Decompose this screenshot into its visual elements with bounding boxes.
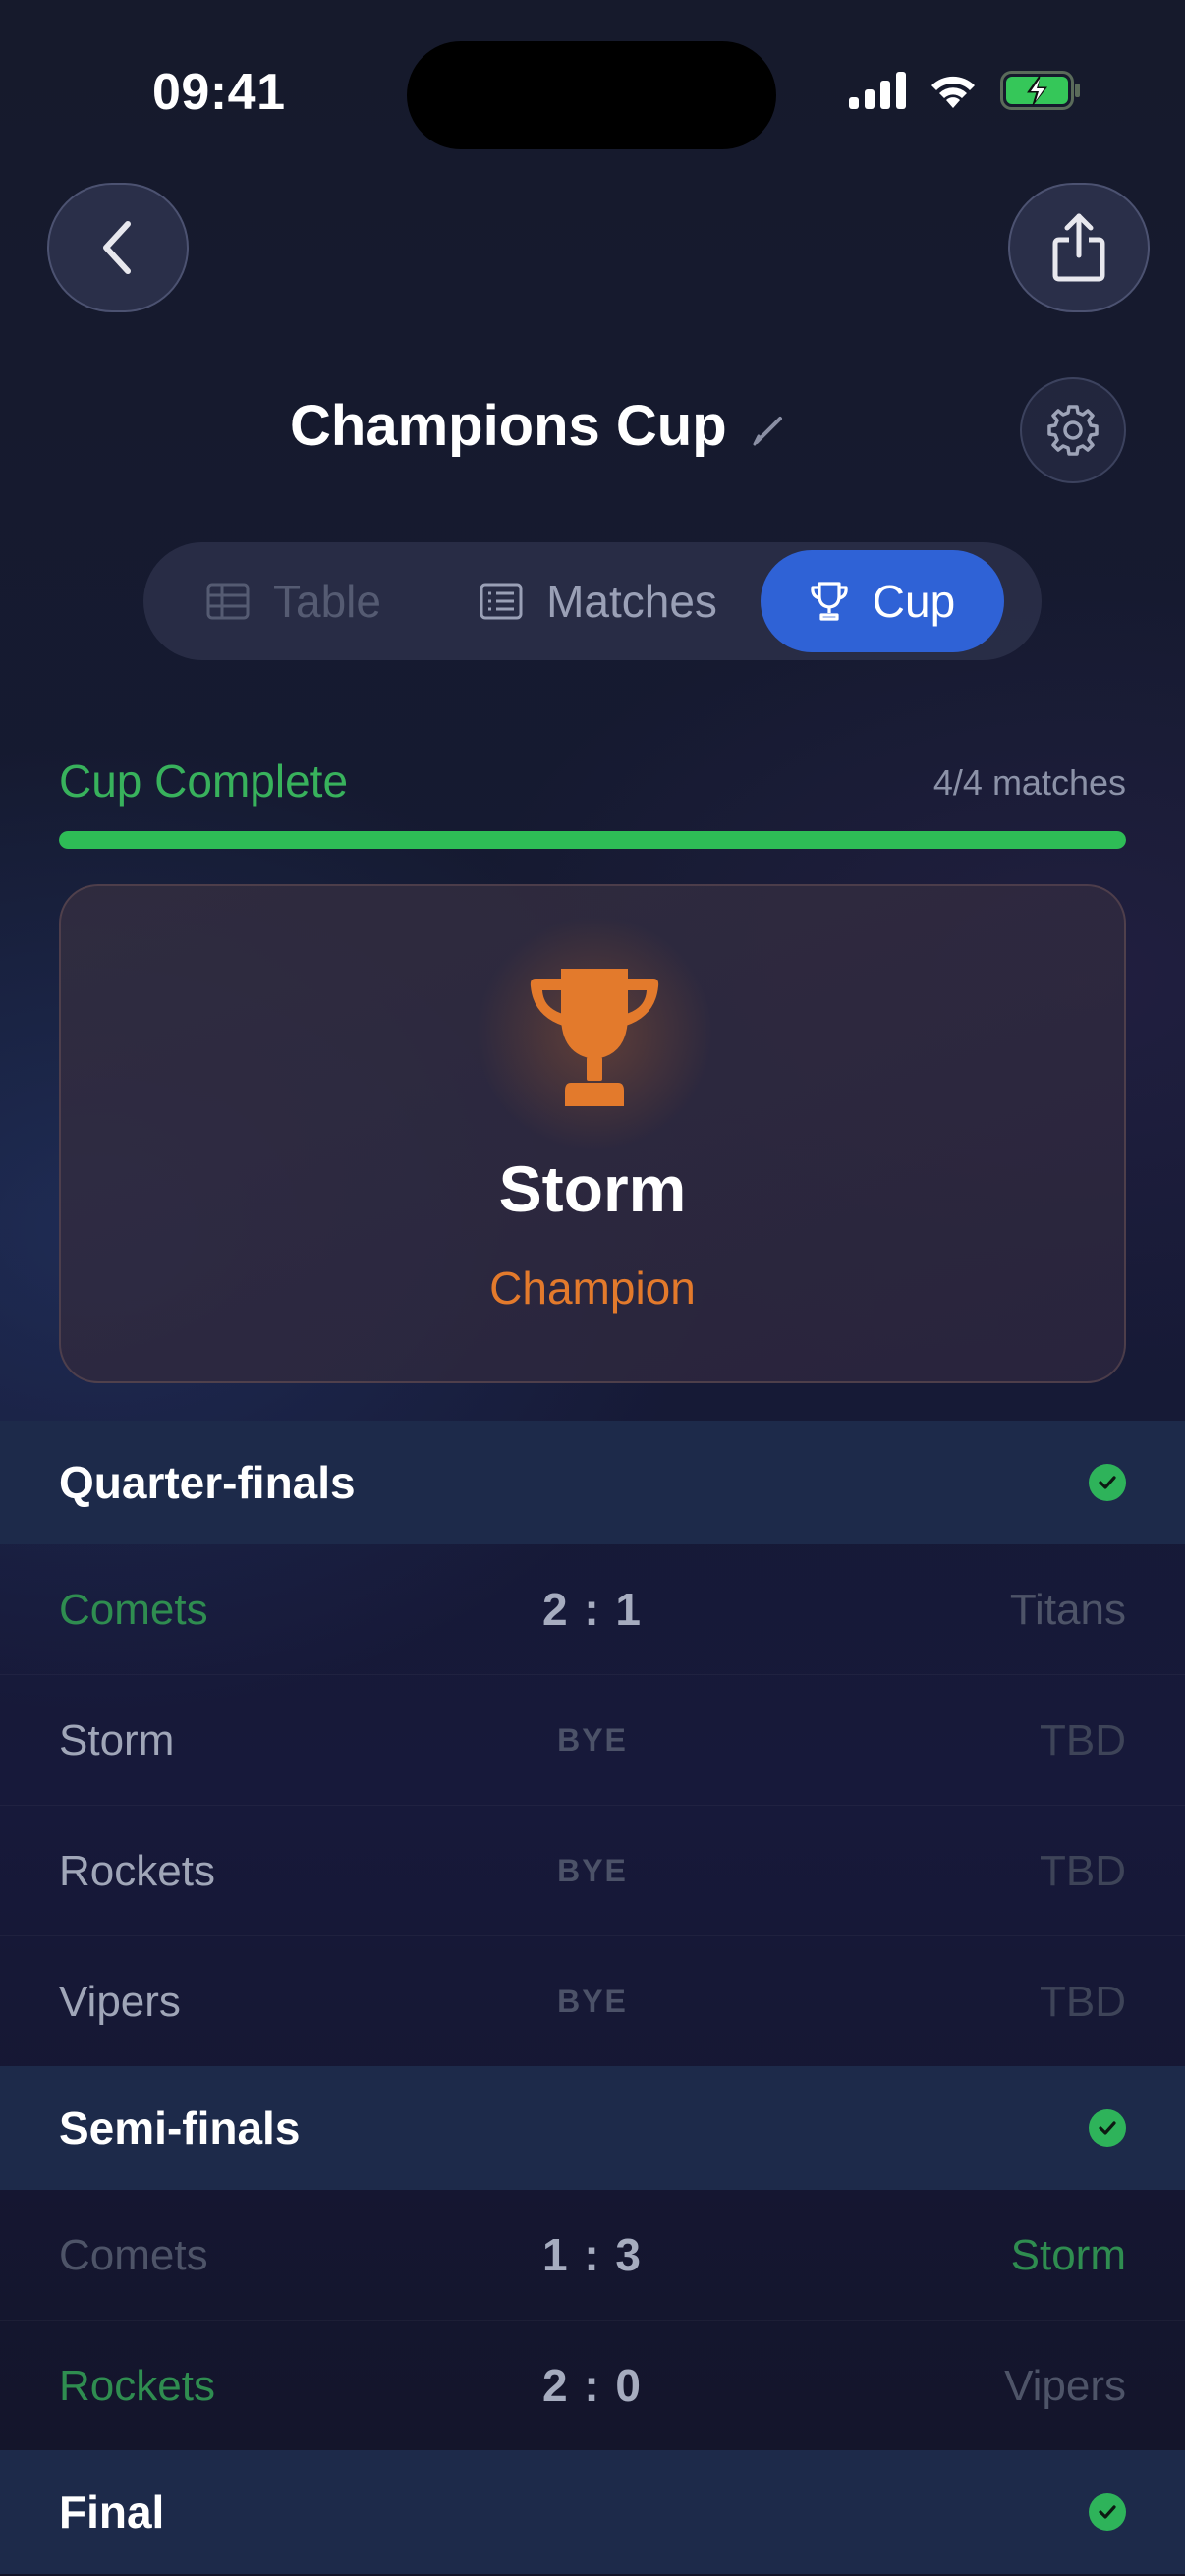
bye-label: BYE [557, 1984, 628, 2019]
match-row[interactable]: Storm BYE TBD [0, 1675, 1185, 1806]
match-row[interactable]: Rockets BYE TBD [0, 1806, 1185, 1936]
round-title: Semi-finals [59, 2102, 301, 2154]
away-team: Vipers [1004, 2362, 1126, 2410]
progress-bar [59, 831, 1126, 849]
status-icons [849, 71, 1081, 110]
champion-name: Storm [498, 1152, 687, 1225]
checkmark-icon [1089, 2493, 1126, 2531]
battery-charging-icon [1000, 71, 1080, 110]
home-team: Comets [59, 2231, 208, 2279]
share-button[interactable] [1008, 183, 1150, 312]
cellular-signal-icon [849, 72, 906, 109]
match-row[interactable]: Vipers BYE TBD [0, 1936, 1185, 2067]
home-team: Rockets [59, 1847, 215, 1895]
away-team: TBD [1040, 1978, 1126, 2026]
match-row[interactable]: Rockets 2 : 0 Vipers [0, 2321, 1185, 2451]
checkmark-icon [1089, 1464, 1126, 1501]
away-team: Storm [1010, 2231, 1126, 2279]
progress-label: Cup Complete [59, 756, 349, 807]
view-tabs: Table Matches Cup [143, 542, 1042, 660]
progress-fill [59, 831, 1126, 849]
wifi-icon [931, 76, 975, 108]
round-header-quarter-finals[interactable]: Quarter-finals [0, 1421, 1185, 1544]
champion-trophy-icon [530, 969, 659, 1106]
dynamic-island [407, 41, 776, 149]
home-team: Storm [59, 1716, 175, 1764]
round-header-semi-finals[interactable]: Semi-finals [0, 2066, 1185, 2190]
page-title[interactable]: Champions Cup [290, 393, 727, 459]
tab-table[interactable]: Table [151, 550, 436, 652]
round-title: Quarter-finals [59, 1457, 356, 1508]
champion-card: Storm Champion [59, 884, 1126, 1383]
match-score: 2 : 0 [541, 2360, 644, 2411]
list-icon [480, 583, 523, 620]
home-team: Comets [59, 1586, 208, 1634]
settings-button[interactable] [1020, 377, 1126, 483]
pencil-icon[interactable] [751, 413, 786, 448]
table-icon [206, 583, 250, 620]
round-header-final[interactable]: Final [0, 2450, 1185, 2574]
away-team: TBD [1040, 1716, 1126, 1764]
home-team: Vipers [59, 1978, 181, 2026]
chevron-left-icon [103, 221, 131, 274]
bye-label: BYE [557, 1853, 628, 1888]
away-team: Titans [1009, 1586, 1126, 1634]
match-score: 1 : 3 [541, 2229, 644, 2280]
match-row[interactable]: Comets 1 : 3 Storm [0, 2190, 1185, 2321]
tab-table-label: Table [273, 576, 381, 627]
tab-matches-label: Matches [546, 576, 717, 627]
title-row: Champions Cup [0, 393, 1185, 472]
match-score: 2 : 1 [541, 1584, 644, 1635]
tab-cup-label: Cup [872, 576, 956, 627]
progress-count: 4/4 matches [932, 762, 1126, 803]
bye-label: BYE [557, 1722, 628, 1758]
away-team: TBD [1040, 1847, 1126, 1895]
champion-label: Champion [489, 1262, 696, 1314]
share-icon [1052, 213, 1105, 282]
tab-cup[interactable]: Cup [761, 550, 1004, 652]
home-team: Rockets [59, 2362, 215, 2410]
back-button[interactable] [47, 183, 189, 312]
match-row[interactable]: Comets 2 : 1 Titans [0, 1544, 1185, 1675]
gear-icon [1047, 405, 1099, 456]
trophy-icon [811, 582, 848, 621]
round-title: Final [59, 2487, 165, 2538]
checkmark-icon [1089, 2109, 1126, 2147]
tab-matches[interactable]: Matches [436, 550, 761, 652]
status-time: 09:41 [152, 64, 286, 121]
